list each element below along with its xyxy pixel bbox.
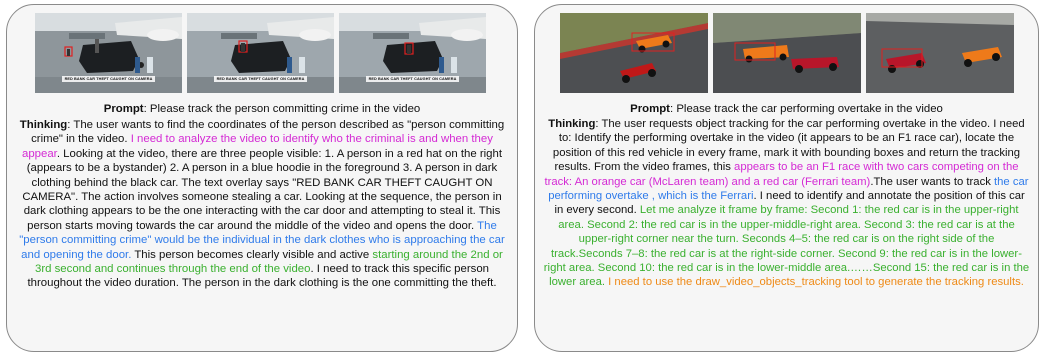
video-frame — [866, 13, 1014, 93]
thinking-highlight-orange: I need to use the draw_video_objects_tra… — [605, 276, 1024, 289]
prompt-line: Prompt: Please track the car performing … — [543, 102, 1030, 116]
video-frame — [713, 13, 861, 93]
video-frame: RED BANK CAR THEFT CAUGHT ON CAMERA — [35, 13, 182, 93]
right-example-panel: Prompt: Please track the car performing … — [534, 4, 1039, 352]
thinking-text: .The user wants to track — [870, 175, 994, 188]
prompt-label: Prompt — [630, 103, 670, 115]
video-frame — [560, 13, 708, 93]
prompt-line: Prompt: Please track the person committi… — [17, 102, 507, 116]
left-frame-strip: RED BANK CAR THEFT CAUGHT ON CAMERA RED … — [35, 13, 486, 93]
right-frame-strip — [560, 13, 1014, 93]
video-frame: RED BANK CAR THEFT CAUGHT ON CAMERA — [187, 13, 334, 93]
prompt-text: : Please track the car performing overta… — [669, 103, 943, 115]
f1-race-frame-image — [560, 13, 708, 93]
thinking-paragraph: Thinking: The user requests object track… — [543, 117, 1030, 290]
left-example-panel: RED BANK CAR THEFT CAUGHT ON CAMERA RED … — [6, 4, 518, 352]
prompt-text: : Please track the person committing cri… — [143, 103, 421, 115]
thinking-text: . Looking at the video, there are three … — [22, 147, 502, 232]
thinking-label: Thinking — [548, 118, 596, 130]
video-overlay-caption: RED BANK CAR THEFT CAUGHT ON CAMERA — [339, 76, 486, 82]
prompt-label: Prompt — [103, 103, 144, 115]
thinking-text: This person becomes clearly visible and … — [131, 248, 373, 261]
f1-race-frame-image — [713, 13, 861, 93]
video-overlay-caption: RED BANK CAR THEFT CAUGHT ON CAMERA — [187, 76, 334, 82]
video-overlay-caption: RED BANK CAR THEFT CAUGHT ON CAMERA — [35, 76, 182, 82]
thinking-label: Thinking — [19, 119, 68, 131]
f1-race-frame-image — [866, 13, 1014, 93]
video-frame: RED BANK CAR THEFT CAUGHT ON CAMERA — [339, 13, 486, 93]
thinking-paragraph: Thinking: The user wants to find the coo… — [17, 118, 507, 291]
